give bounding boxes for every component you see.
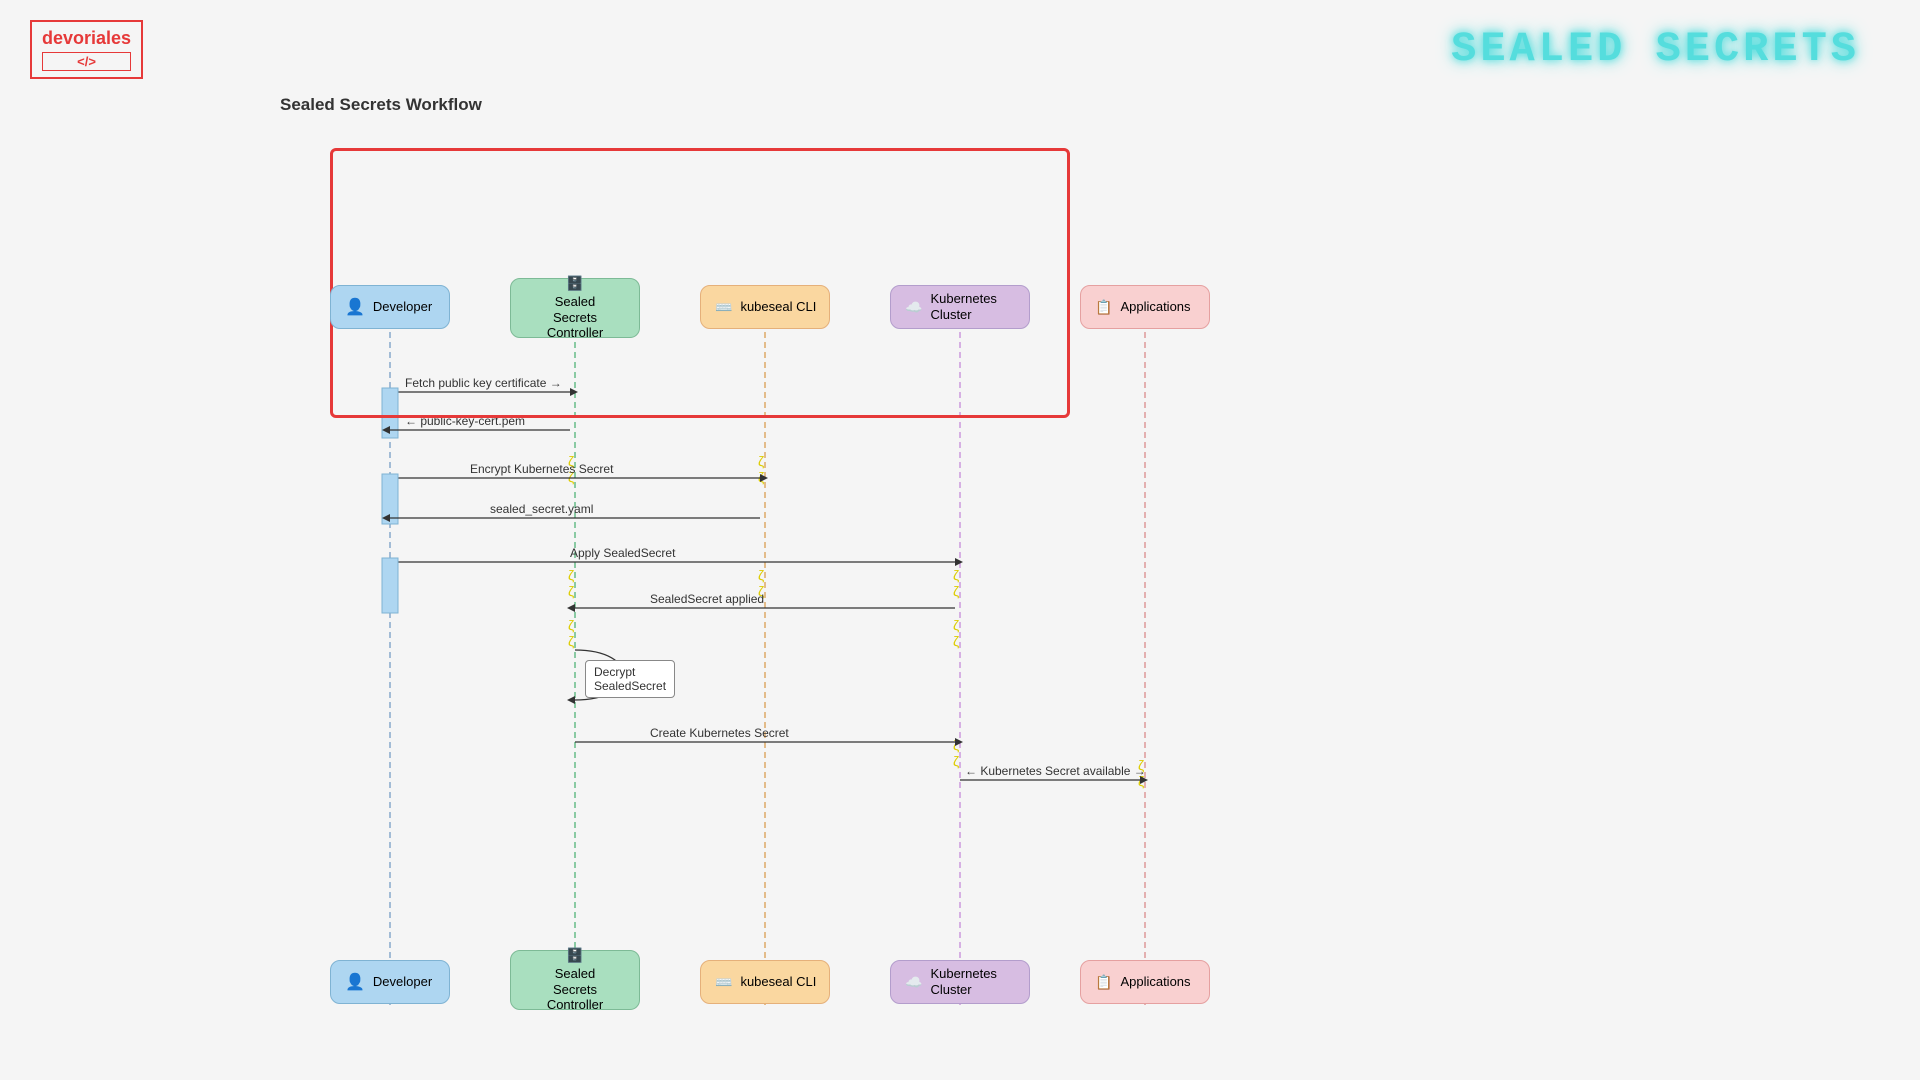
highlight-box — [330, 148, 1070, 418]
kubeseal-label-top: kubeseal CLI — [740, 299, 816, 315]
apps-label-bot: Applications — [1120, 974, 1190, 990]
svg-text:sealed_secret.yaml: sealed_secret.yaml — [490, 502, 593, 516]
diagram-container: ζ ζ ζ ζ ζ ζ ζ ζ ζ ζ ζ ζ ζ ζ ζ ζ ζ ζ Fetc… — [270, 130, 1170, 830]
apps-label-top: Applications — [1120, 299, 1190, 315]
apps-icon-bot: 📋 — [1095, 974, 1112, 991]
svg-text:← Kubernetes Secret available: ← Kubernetes Secret available → — [965, 764, 1146, 778]
actor-apps-bot: 📋 Applications — [1080, 960, 1210, 1004]
svg-text:ζ: ζ — [953, 617, 959, 633]
header-title: SEALED SECRETS — [1451, 25, 1860, 73]
logo-text: devoriales — [42, 28, 131, 48]
person-icon-top: 👤 — [345, 297, 365, 317]
svg-text:ζ: ζ — [568, 633, 574, 649]
actor-k8s-top: ☁️ Kubernetes Cluster — [890, 285, 1030, 329]
terminal-icon-top: ⌨️ — [715, 299, 732, 316]
svg-text:Encrypt Kubernetes Secret: Encrypt Kubernetes Secret — [470, 462, 614, 476]
svg-text:Apply SealedSecret: Apply SealedSecret — [570, 546, 676, 560]
terminal-icon-bot: ⌨️ — [715, 974, 732, 991]
cloud-icon-top: ☁️ — [905, 299, 922, 316]
svg-text:SealedSecret applied: SealedSecret applied — [650, 592, 764, 606]
person-icon-bot: 👤 — [345, 972, 365, 992]
actor-kubeseal-top: ⌨️ kubeseal CLI — [700, 285, 830, 329]
page-subtitle: Sealed Secrets Workflow — [280, 95, 482, 115]
actor-kubeseal-bot: ⌨️ kubeseal CLI — [700, 960, 830, 1004]
logo-sub: </> — [42, 52, 131, 71]
kubeseal-label-bot: kubeseal CLI — [740, 974, 816, 990]
k8s-label-top: Kubernetes Cluster — [930, 291, 997, 322]
actor-developer-bot: 👤 Developer — [330, 960, 450, 1004]
actor-developer-top: 👤 Developer — [330, 285, 450, 329]
actor-apps-top: 📋 Applications — [1080, 285, 1210, 329]
actor-k8s-bot: ☁️ Kubernetes Cluster — [890, 960, 1030, 1004]
ssc-label-bot: Sealed Secrets Controller — [547, 966, 603, 1013]
svg-text:ζ: ζ — [953, 567, 959, 583]
apps-icon-top: 📋 — [1095, 299, 1112, 316]
svg-text:ζ: ζ — [953, 583, 959, 599]
svg-text:ζ: ζ — [758, 567, 764, 583]
k8s-label-bot: Kubernetes Cluster — [930, 966, 997, 997]
svg-text:ζ: ζ — [953, 753, 959, 769]
decrypt-label: DecryptSealedSecret — [585, 660, 675, 698]
svg-text:ζ: ζ — [953, 633, 959, 649]
developer-label-top: Developer — [373, 299, 432, 315]
ssc-label-top: Sealed Secrets Controller — [547, 294, 603, 341]
svg-text:ζ: ζ — [568, 617, 574, 633]
cloud-icon-bot: ☁️ — [905, 974, 922, 991]
svg-text:Create Kubernetes Secret: Create Kubernetes Secret — [650, 726, 789, 740]
server-icon-top: 🗄️ — [566, 275, 583, 292]
svg-text:ζ: ζ — [758, 453, 764, 469]
decrypt-text: DecryptSealedSecret — [594, 665, 666, 693]
logo-container: devoriales </> — [30, 20, 143, 79]
developer-label-bot: Developer — [373, 974, 432, 990]
server-icon-bot: 🗄️ — [566, 947, 583, 964]
svg-text:ζ: ζ — [568, 583, 574, 599]
actor-ssc-bot: 🗄️ Sealed Secrets Controller — [510, 950, 640, 1010]
svg-text:ζ: ζ — [568, 567, 574, 583]
actor-ssc-top: 🗄️ Sealed Secrets Controller — [510, 278, 640, 338]
